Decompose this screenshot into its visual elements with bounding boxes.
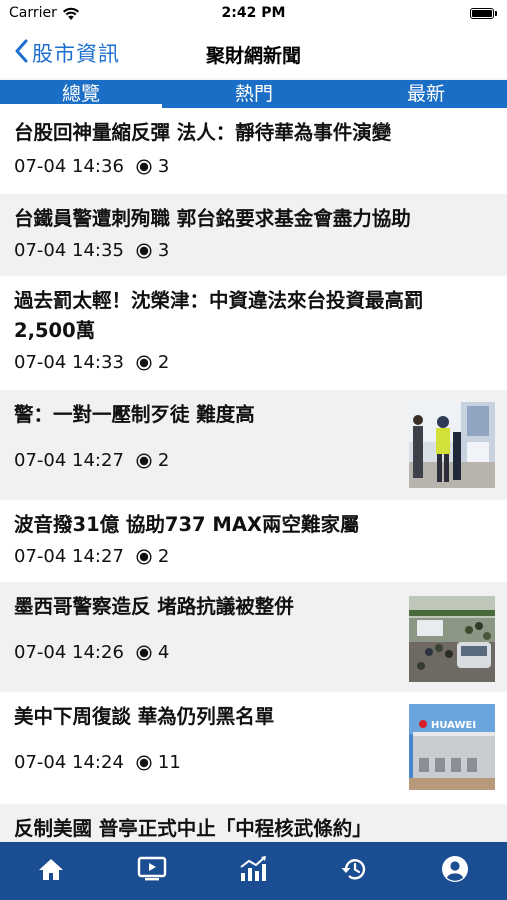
news-title: 過去罰太輕！沈榮津：中資違法來台投資最高罰 2,500萬	[14, 286, 424, 346]
news-meta: 07-04 14:36 3	[14, 156, 169, 177]
news-title: 警：一對一壓制歹徒 難度高	[14, 403, 255, 426]
news-view-count: 4	[157, 642, 170, 663]
news-meta: 07-04 14:35 3	[14, 240, 169, 261]
bottom-tab-chart[interactable]	[202, 842, 303, 900]
views-icon	[136, 354, 152, 371]
news-item[interactable]: 反制美國 普亭正式中止「中程核武條約」	[0, 804, 507, 842]
video-icon	[137, 856, 167, 886]
huawei-sign-text: HUAWEI	[431, 720, 476, 731]
news-meta: 07-04 14:27 2	[14, 450, 169, 471]
chevron-left-icon	[14, 39, 28, 67]
bottom-tab-home[interactable]	[0, 842, 101, 900]
news-view-count: 2	[157, 352, 170, 373]
news-time: 07-04 14:27	[14, 546, 124, 567]
news-title-line: 2,500萬	[14, 319, 96, 342]
news-title: 台鐵員警遭刺殉職 郭台銘要求基金會盡力協助	[14, 207, 411, 230]
news-title-line: 過去罰太輕！沈榮津：中資違法來台投資最高罰	[14, 289, 424, 312]
news-view-count: 2	[157, 546, 170, 567]
news-meta: 07-04 14:27 2	[14, 546, 169, 567]
back-button[interactable]: 股市資訊	[14, 37, 120, 69]
views-icon	[136, 754, 152, 771]
news-time: 07-04 14:26	[14, 642, 124, 663]
views-icon	[136, 452, 152, 469]
news-item[interactable]: 過去罰太輕！沈榮津：中資違法來台投資最高罰 2,500萬 07-04 14:33…	[0, 276, 507, 390]
history-icon	[340, 856, 368, 886]
navigation-bar: 股市資訊 聚財網新聞	[0, 28, 507, 78]
news-time: 07-04 14:24	[14, 752, 124, 773]
home-icon	[38, 857, 64, 885]
views-icon	[136, 548, 152, 565]
news-list: 台股回神量縮反彈 法人：靜待華為事件演變 07-04 14:36 3 台鐵員警遭…	[0, 108, 507, 842]
news-item[interactable]: 美中下周復談 華為仍列黑名單 07-04 14:24 11 HUAWEI	[0, 692, 507, 804]
news-thumbnail-police	[409, 402, 495, 488]
news-item[interactable]: 波音撥31億 協助737 MAX兩空難家屬 07-04 14:27 2	[0, 500, 507, 582]
news-item[interactable]: 警：一對一壓制歹徒 難度高 07-04 14:27 2	[0, 390, 507, 500]
tab-popular[interactable]: 熱門	[173, 80, 335, 108]
bottom-tab-history[interactable]	[303, 842, 404, 900]
news-time: 07-04 14:33	[14, 352, 124, 373]
tab-latest[interactable]: 最新	[345, 80, 507, 108]
news-time: 07-04 14:27	[14, 450, 124, 471]
status-bar: Carrier 2:42 PM	[0, 0, 507, 28]
views-icon	[136, 644, 152, 661]
bottom-tab-video[interactable]	[101, 842, 202, 900]
views-icon	[136, 242, 152, 259]
news-view-count: 3	[157, 156, 170, 177]
news-item[interactable]: 墨西哥警察造反 堵路抗議被整併 07-04 14:26 4	[0, 582, 507, 692]
chart-icon	[238, 855, 268, 887]
news-view-count: 2	[157, 450, 170, 471]
news-thumbnail-huawei: HUAWEI	[409, 704, 495, 790]
battery-tip	[495, 11, 497, 16]
news-item[interactable]: 台鐵員警遭刺殉職 郭台銘要求基金會盡力協助 07-04 14:35 3	[0, 194, 507, 276]
news-time: 07-04 14:35	[14, 240, 124, 261]
news-title: 台股回神量縮反彈 法人：靜待華為事件演變	[14, 121, 392, 144]
account-icon	[441, 855, 469, 887]
battery-icon	[470, 8, 494, 19]
clock: 2:42 PM	[221, 5, 286, 21]
news-item[interactable]: 台股回神量縮反彈 法人：靜待華為事件演變 07-04 14:36 3	[0, 108, 507, 194]
back-button-label: 股市資訊	[32, 42, 120, 66]
news-thumbnail-protest	[409, 596, 495, 682]
news-title: 美中下周復談 華為仍列黑名單	[14, 705, 275, 728]
news-meta: 07-04 14:26 4	[14, 642, 169, 663]
bottom-tab-account[interactable]	[404, 842, 505, 900]
views-icon	[136, 158, 152, 175]
news-title: 波音撥31億 協助737 MAX兩空難家屬	[14, 513, 360, 536]
news-view-count: 3	[157, 240, 170, 261]
news-meta: 07-04 14:24 11	[14, 752, 181, 773]
news-title: 墨西哥警察造反 堵路抗議被整併	[14, 595, 294, 618]
news-meta: 07-04 14:33 2	[14, 352, 169, 373]
news-view-count: 11	[157, 752, 181, 773]
bottom-tab-bar	[0, 842, 507, 900]
news-title: 反制美國 普亭正式中止「中程核武條約」	[14, 817, 372, 840]
news-time: 07-04 14:36	[14, 156, 124, 177]
